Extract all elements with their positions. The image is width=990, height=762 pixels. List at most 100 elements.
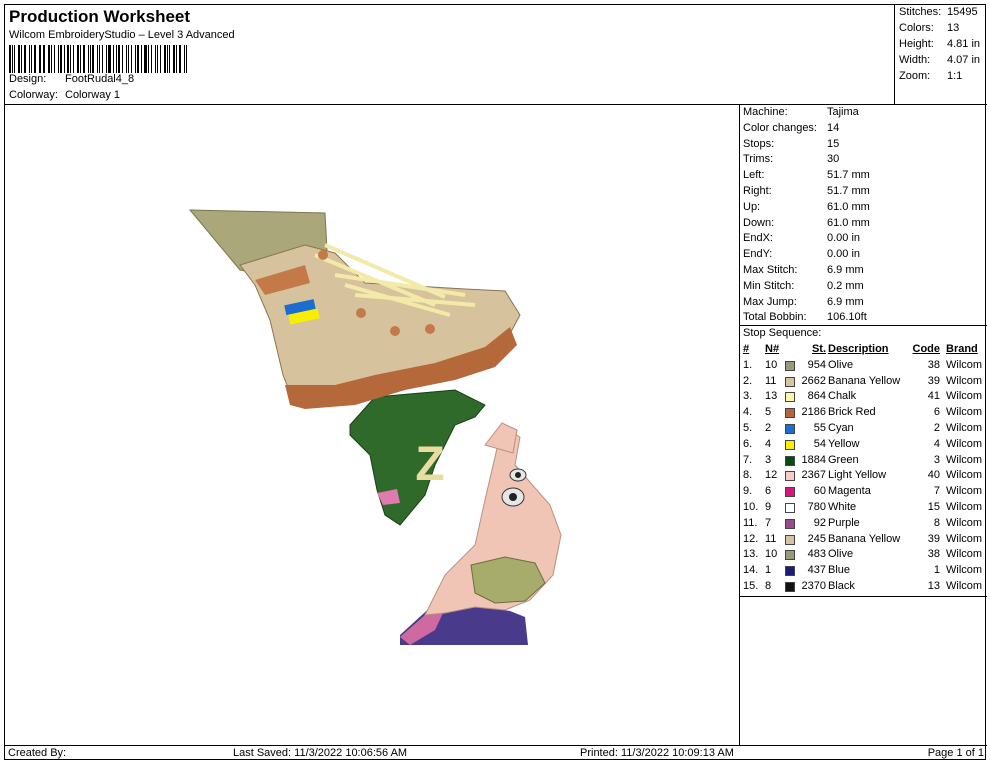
color-swatch bbox=[785, 487, 795, 498]
barcode-bar bbox=[98, 45, 100, 73]
barcode-bar bbox=[23, 45, 27, 73]
stop-desc: Cyan bbox=[828, 422, 854, 434]
stop-num: 11. bbox=[743, 516, 758, 529]
eyelet-1 bbox=[318, 250, 328, 260]
stop-st: 780 bbox=[807, 501, 826, 513]
design-name: FootRudal4_8 bbox=[65, 73, 135, 85]
stop-sequence-title: Stop Sequence: bbox=[743, 327, 822, 339]
machine-row: Down: 61.0 mm bbox=[743, 216, 870, 229]
barcode-bar bbox=[89, 45, 91, 73]
stop-brand: Wilcom bbox=[946, 564, 983, 577]
machine-row: Left: 51.7 mm bbox=[743, 169, 870, 182]
stop-desc: Banana Yellow bbox=[828, 532, 901, 545]
machine-panel: Machine: Tajima Color changes: 14 Stops: 15 Tr… bbox=[740, 105, 987, 745]
barcode-bar bbox=[125, 45, 128, 73]
barcode-bar bbox=[87, 45, 89, 73]
stop-num: 3. bbox=[743, 390, 753, 403]
barcode-bar bbox=[186, 45, 187, 73]
color-swatch bbox=[785, 424, 795, 434]
stop-desc: Olive bbox=[828, 358, 854, 371]
stop-n: 8 bbox=[765, 580, 772, 592]
stop-n: 1 bbox=[765, 564, 772, 577]
barcode-bar bbox=[97, 45, 98, 73]
barcode-bar bbox=[33, 45, 36, 73]
column-header-desc: Description bbox=[828, 343, 889, 355]
stop-num: 7. bbox=[743, 453, 753, 466]
barcode-bar bbox=[128, 45, 130, 73]
machine-row: Color changes: 14 bbox=[743, 121, 840, 134]
stop-n: 13 bbox=[765, 390, 778, 403]
worksheet-frame: Production Worksheet Wilcom EmbroiderySt… bbox=[4, 4, 987, 760]
stop-st: 2186 bbox=[801, 406, 826, 419]
stop-num: 4. bbox=[743, 406, 753, 419]
worksheet-header: Production Worksheet Wilcom EmbroiderySt… bbox=[5, 5, 895, 105]
colorway-name: Colorway 1 bbox=[65, 89, 121, 101]
stop-desc: White bbox=[828, 501, 857, 513]
stop-n: 9 bbox=[765, 501, 772, 513]
eyelet-2 bbox=[356, 308, 366, 318]
barcode-bar bbox=[59, 45, 62, 73]
stop-code: 6 bbox=[933, 406, 940, 419]
stop-st: 2367 bbox=[801, 469, 826, 482]
stop-n: 10 bbox=[765, 548, 778, 561]
stop-desc: Olive bbox=[828, 548, 854, 561]
stop-num: 1. bbox=[743, 358, 753, 371]
barcode-bar bbox=[11, 45, 13, 73]
machine-row: Machine: Tajima bbox=[743, 106, 859, 118]
machine-row: Min Stitch: 0.2 mm bbox=[743, 279, 864, 292]
barcode-bar bbox=[101, 45, 104, 73]
stop-n: 10 bbox=[765, 358, 778, 371]
stop-code: 1 bbox=[933, 564, 940, 577]
stop-st: 60 bbox=[813, 485, 826, 498]
stop-desc: Green bbox=[828, 453, 859, 466]
stop-brand: Wilcom bbox=[946, 406, 983, 419]
stop-desc: Blue bbox=[828, 564, 851, 577]
barcode-bar bbox=[184, 45, 185, 73]
barcode-bar bbox=[108, 45, 111, 73]
stop-num: 2. bbox=[743, 374, 753, 387]
stop-code: 39 bbox=[927, 374, 940, 387]
design-stats: Stitches: 15495 Colors: 13 Height: 4.81 in … bbox=[895, 5, 987, 105]
colorway-label: Colorway: bbox=[9, 89, 58, 101]
stat-colors: Colors: 13 bbox=[899, 22, 960, 34]
stop-st: 2662 bbox=[801, 374, 826, 387]
created-by: Created By: bbox=[8, 747, 67, 759]
stop-code: 41 bbox=[927, 390, 940, 403]
printed-date: Printed: 11/3/2022 10:09:13 AM bbox=[580, 747, 734, 759]
barcode-bar bbox=[31, 45, 32, 73]
z-letter: Z bbox=[415, 438, 444, 491]
stop-brand: Wilcom bbox=[946, 501, 983, 513]
barcode-bar bbox=[135, 45, 136, 73]
barcode-bar bbox=[43, 45, 45, 73]
stat-zoom: Zoom: 1:1 bbox=[899, 70, 963, 82]
color-swatch bbox=[785, 503, 795, 513]
barcode-bar bbox=[157, 45, 159, 73]
column-header-brand: Brand bbox=[946, 343, 978, 355]
barcode-bar bbox=[160, 45, 161, 73]
stop-desc: Light Yellow bbox=[828, 469, 887, 482]
barcode-bar bbox=[106, 45, 108, 73]
pupil-right bbox=[509, 493, 517, 501]
stop-st: 437 bbox=[807, 564, 826, 577]
software-name: Wilcom EmbroideryStudio – Level 3 Advanc… bbox=[9, 29, 235, 41]
stop-code: 2 bbox=[933, 422, 940, 434]
stop-code: 40 bbox=[927, 469, 940, 482]
machine-row: Trims: 30 bbox=[743, 153, 840, 166]
design-label: Design: bbox=[9, 73, 47, 85]
barcode-bar bbox=[131, 45, 133, 73]
stop-n: 2 bbox=[765, 422, 772, 434]
barcode-bar bbox=[116, 45, 118, 73]
page-title: Production Worksheet bbox=[9, 7, 191, 26]
design-line: Design: FootRudal4_8 bbox=[9, 73, 134, 85]
barcode-bar bbox=[154, 45, 157, 73]
color-swatch bbox=[785, 471, 795, 482]
stop-brand: Wilcom bbox=[946, 516, 983, 529]
stop-brand: Wilcom bbox=[946, 453, 983, 466]
barcode-bar bbox=[144, 45, 147, 73]
color-swatch bbox=[785, 455, 795, 466]
stop-brand: Wilcom bbox=[946, 548, 983, 561]
barcode-bar bbox=[76, 45, 80, 73]
stop-code: 7 bbox=[933, 485, 940, 498]
barcode-bar bbox=[83, 45, 85, 73]
stat-stitches: Stitches: 15495 bbox=[899, 6, 978, 18]
